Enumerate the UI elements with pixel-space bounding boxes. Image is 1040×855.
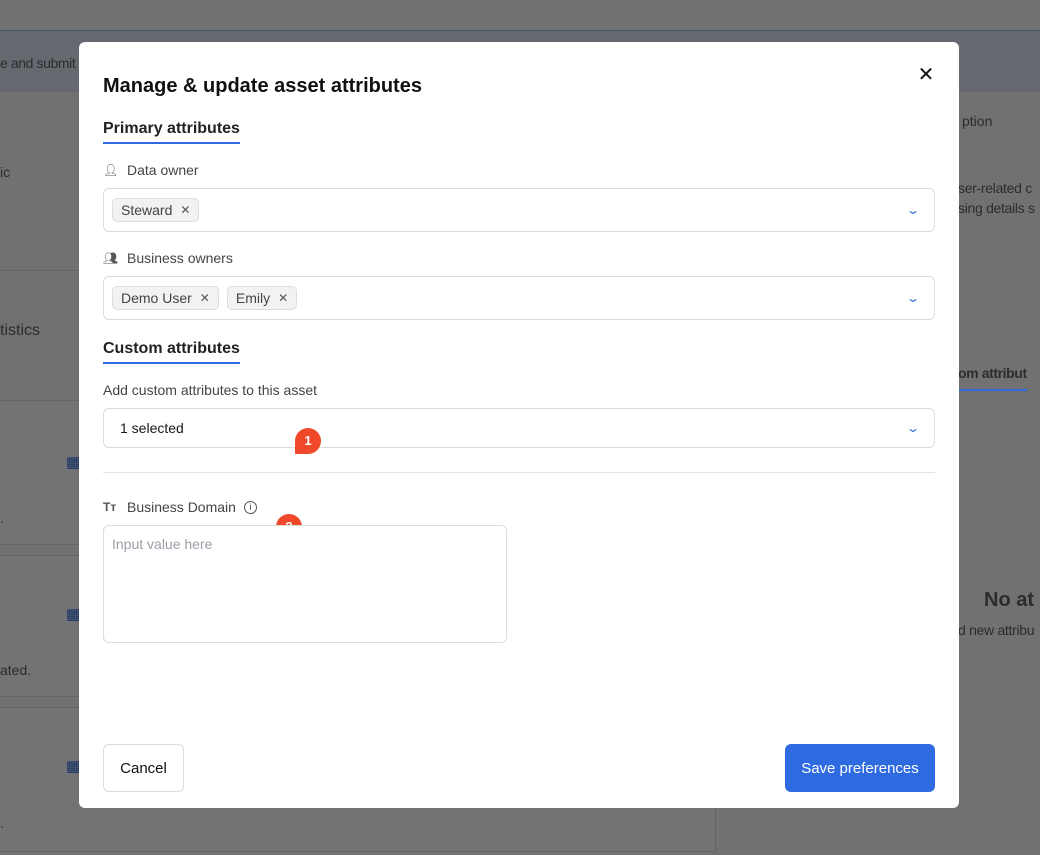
remove-icon[interactable]: ✕ — [200, 291, 210, 305]
bg-text: . — [0, 815, 4, 831]
bg-text: sing details s — [958, 200, 1035, 216]
business-owners-label: 👥︎ Business owners — [103, 250, 233, 266]
close-icon[interactable]: ✕ — [915, 64, 937, 86]
section-primary-attributes: Primary attributes — [103, 120, 240, 144]
chevron-down-icon[interactable]: ⌄ — [906, 421, 920, 435]
business-domain-label: Tт Business Domain i — [103, 499, 257, 515]
remove-icon[interactable]: ✕ — [180, 203, 190, 217]
bg-text: No at — [984, 589, 1034, 611]
select-value: 1 selected — [120, 420, 184, 436]
section-custom-attributes: Custom attributes — [103, 340, 240, 364]
business-domain-input[interactable] — [103, 525, 507, 643]
user-icon: 👤︎ — [103, 163, 119, 177]
annotation-badge: 1 — [295, 428, 321, 454]
bg-tab: om attribut — [958, 365, 1027, 391]
bg-text: ption — [962, 113, 993, 129]
text-type-icon: Tт — [103, 500, 117, 514]
data-owner-label: 👤︎ Data owner — [103, 162, 199, 178]
chip-emily: Emily ✕ — [226, 286, 298, 310]
bg-text: ser-related c — [958, 180, 1032, 196]
chip-demo-user: Demo User ✕ — [112, 286, 219, 310]
chevron-down-icon[interactable]: ⌄ — [906, 203, 920, 217]
bg-text: tistics — [0, 322, 40, 339]
chevron-down-icon[interactable]: ⌄ — [906, 291, 920, 305]
users-icon: 👥︎ — [103, 251, 119, 265]
chip-steward: Steward ✕ — [112, 198, 200, 222]
custom-attributes-label: Add custom attributes to this asset — [103, 382, 317, 398]
divider — [103, 472, 935, 473]
business-owners-select[interactable]: Demo User ✕ Emily ✕ ⌄ — [103, 276, 935, 320]
remove-icon[interactable]: ✕ — [278, 291, 288, 305]
bg-text: . — [0, 510, 4, 526]
data-owner-select[interactable]: Steward ✕ ⌄ — [103, 188, 935, 232]
save-preferences-button[interactable]: Save preferences — [785, 744, 935, 792]
bg-text: ic — [0, 164, 11, 180]
custom-attributes-select[interactable]: 1 selected ⌄ — [103, 408, 935, 448]
bg-text: e and submit — [0, 55, 76, 71]
info-icon[interactable]: i — [243, 500, 257, 514]
manage-attributes-dialog: Manage & update asset attributes ✕ Prima… — [79, 42, 959, 808]
cancel-button[interactable]: Cancel — [103, 744, 184, 792]
bg-text: ated. — [0, 662, 32, 678]
dialog-title: Manage & update asset attributes — [103, 75, 422, 97]
bg-text: d new attribu — [958, 622, 1035, 638]
